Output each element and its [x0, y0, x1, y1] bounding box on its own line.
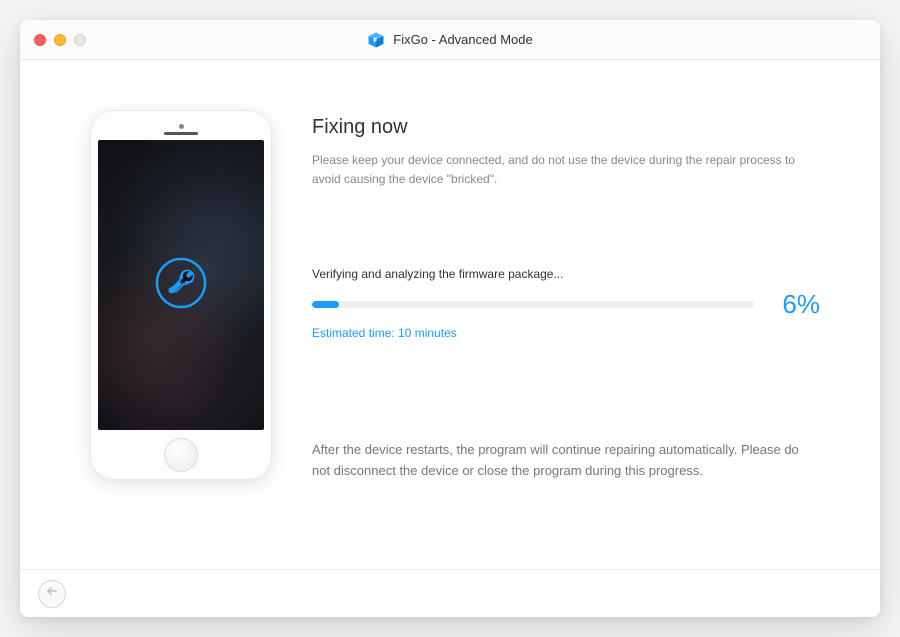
- back-button[interactable]: [38, 580, 66, 608]
- phone-home-button: [164, 438, 198, 472]
- footnote: After the device restarts, the program w…: [312, 440, 820, 482]
- main-panel: Fixing now Please keep your device conne…: [312, 110, 830, 569]
- page-heading: Fixing now: [312, 116, 820, 139]
- phone-screen: [98, 140, 264, 430]
- app-title: FixGo - Advanced Mode: [393, 32, 532, 47]
- content-area: Fixing now Please keep your device conne…: [20, 60, 880, 569]
- status-label: Verifying and analyzing the firmware pac…: [312, 267, 820, 281]
- phone-camera-dot: [179, 124, 184, 129]
- title-center: FixGo - Advanced Mode: [367, 31, 532, 49]
- window-controls: [34, 34, 86, 46]
- phone-speaker-slit: [164, 132, 198, 135]
- close-window-button[interactable]: [34, 34, 46, 46]
- arrow-left-icon: [45, 584, 59, 603]
- zoom-window-button: [74, 34, 86, 46]
- phone-top-bezel: [98, 118, 264, 140]
- device-mockup: [90, 110, 272, 480]
- progress-bar: [312, 301, 754, 308]
- app-window: FixGo - Advanced Mode: [20, 20, 880, 617]
- footer: [20, 569, 880, 617]
- progress-row: 6%: [312, 289, 820, 320]
- minimize-window-button[interactable]: [54, 34, 66, 46]
- page-description: Please keep your device connected, and d…: [312, 151, 820, 189]
- wrench-icon: [154, 256, 208, 315]
- titlebar: FixGo - Advanced Mode: [20, 20, 880, 60]
- fixgo-cube-icon: [367, 31, 385, 49]
- estimated-time: Estimated time: 10 minutes: [312, 326, 820, 340]
- progress-fill: [312, 301, 339, 308]
- progress-percent: 6%: [768, 289, 820, 320]
